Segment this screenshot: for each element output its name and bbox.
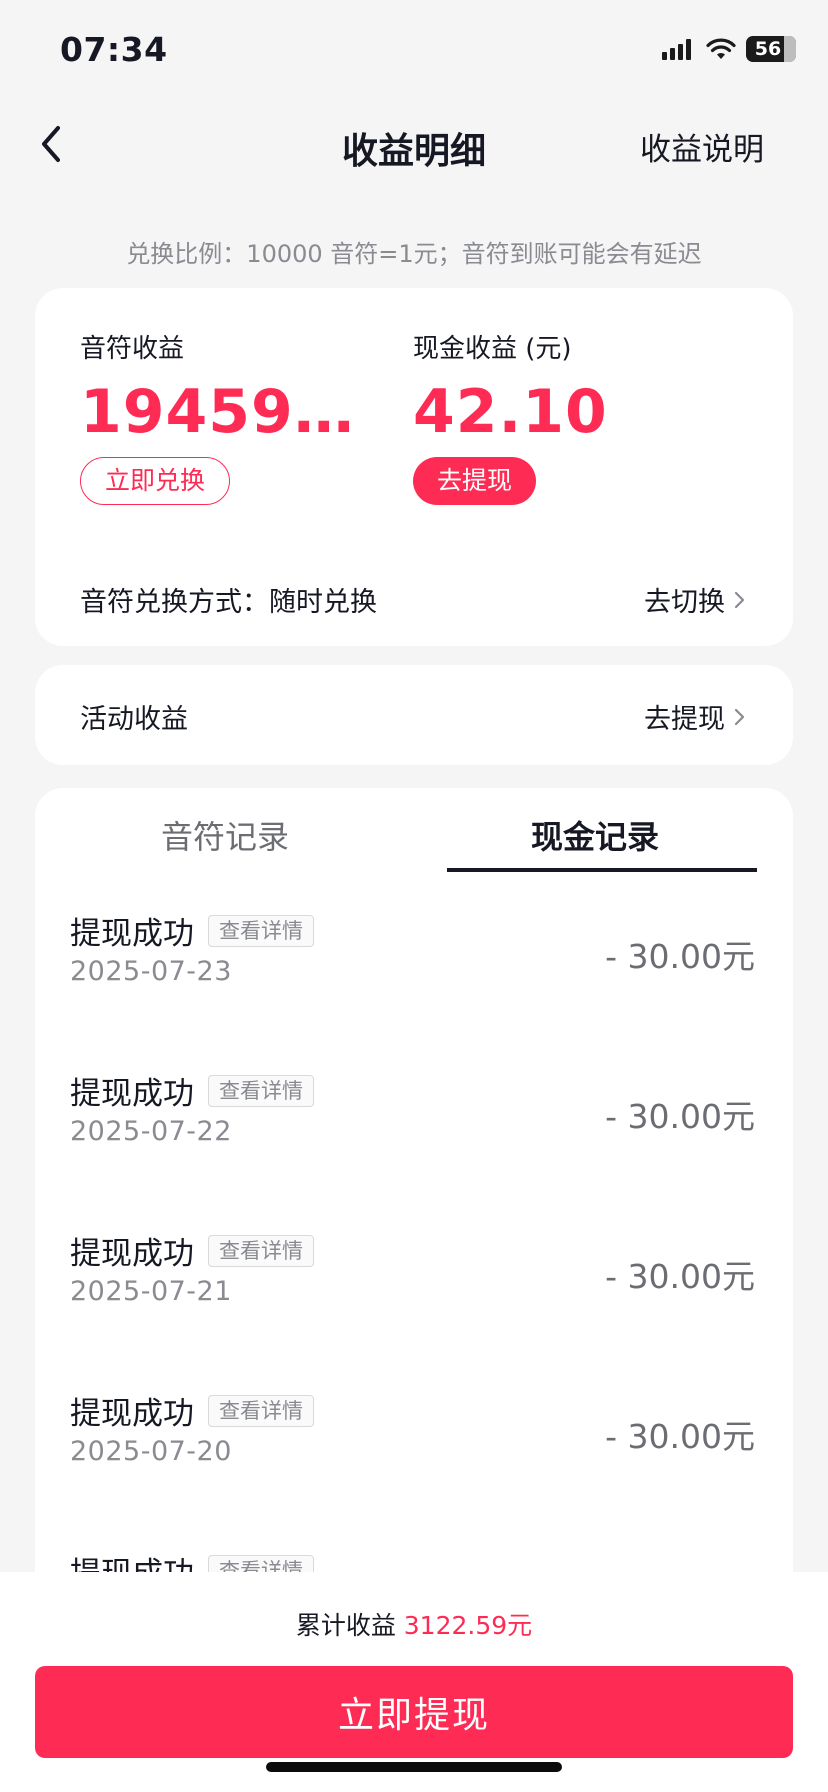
record-date: 2025-07-20 xyxy=(70,1436,232,1467)
record-status: 提现成功 xyxy=(70,1236,194,1272)
total-earnings: 累计收益 3122.59元 xyxy=(0,1606,828,1642)
list-item: 提现成功 查看详情 2025-07-21 - 30.00元 xyxy=(35,1228,793,1388)
exchange-rate-tip: 兑换比例：10000 音符=1元；音符到账可能会有延迟 xyxy=(126,240,702,268)
switch-method-link[interactable]: 去切换 xyxy=(644,580,747,619)
bottom-panel: 累计收益 3122.59元 立即提现 xyxy=(0,1572,828,1792)
record-amount: - 30.00元 xyxy=(605,937,755,976)
exchange-method-row[interactable]: 音符兑换方式：随时兑换 去切换 xyxy=(80,580,747,619)
home-indicator xyxy=(266,1762,562,1772)
record-title: 提现成功 查看详情 xyxy=(70,1388,314,1433)
view-details-button[interactable]: 查看详情 xyxy=(208,1394,314,1427)
record-title: 提现成功 查看详情 xyxy=(70,908,314,953)
status-time: 07:34 xyxy=(60,30,168,69)
activity-withdraw-label: 去提现 xyxy=(644,704,725,735)
notes-earnings-label: 音符收益 xyxy=(80,334,185,364)
active-tab-indicator xyxy=(447,868,757,872)
cash-earnings: 现金收益 (元) 42.10 去提现 xyxy=(413,328,693,505)
total-earnings-label: 累计收益 xyxy=(295,1611,396,1640)
cash-withdraw-button[interactable]: 去提现 xyxy=(413,457,537,505)
record-amount: - 30.00元 xyxy=(605,1257,755,1296)
record-title: 提现成功 查看详情 xyxy=(70,1228,314,1273)
switch-method-label: 去切换 xyxy=(644,587,725,618)
total-earnings-value: 3122.59元 xyxy=(403,1611,533,1640)
exchange-method-label: 音符兑换方式：随时兑换 xyxy=(80,587,377,618)
notes-earnings: 音符收益 194590... 立即兑换 xyxy=(80,328,360,505)
list-item: 提现成功 查看详情 2025-07-23 - 30.00元 xyxy=(35,908,793,1068)
record-amount: - 30.00元 xyxy=(605,1097,755,1136)
view-details-button[interactable]: 查看详情 xyxy=(208,914,314,947)
chevron-right-icon xyxy=(734,591,745,608)
record-status: 提现成功 xyxy=(70,1396,194,1432)
activity-earnings-card[interactable]: 活动收益 去提现 xyxy=(35,665,793,765)
activity-earnings-row[interactable]: 活动收益 去提现 xyxy=(80,697,747,736)
records-list: 提现成功 查看详情 2025-07-23 - 30.00元 提现成功 查看详情 … xyxy=(35,908,793,1688)
status-icons: 56 xyxy=(662,34,796,64)
record-title: 提现成功 查看详情 xyxy=(70,1068,314,1113)
records-tabs: 音符记录 现金记录 xyxy=(35,788,793,872)
chevron-right-icon xyxy=(734,708,745,725)
tab-cash-records[interactable]: 现金记录 xyxy=(445,812,745,858)
record-date: 2025-07-23 xyxy=(70,956,232,987)
record-date: 2025-07-22 xyxy=(70,1116,232,1147)
tab-notes-records[interactable]: 音符记录 xyxy=(75,812,375,858)
view-details-button[interactable]: 查看详情 xyxy=(208,1234,314,1267)
battery-level: 56 xyxy=(754,38,782,60)
record-date: 2025-07-21 xyxy=(70,1276,232,1307)
cash-earnings-value: 42.10 xyxy=(413,377,608,447)
activity-earnings-label: 活动收益 xyxy=(80,704,188,735)
exchange-now-button[interactable]: 立即兑换 xyxy=(80,457,231,505)
record-status: 提现成功 xyxy=(70,916,194,952)
status-bar: 07:34 56 xyxy=(0,0,828,100)
battery-icon: 56 xyxy=(746,36,796,62)
record-status: 提现成功 xyxy=(70,1076,194,1112)
nav-bar: 收益明细 收益说明 xyxy=(0,100,828,190)
list-item: 提现成功 查看详情 2025-07-22 - 30.00元 xyxy=(35,1068,793,1228)
records-card: 音符记录 现金记录 提现成功 查看详情 2025-07-23 - 30.00元 … xyxy=(35,788,793,1688)
earnings-card: 音符收益 194590... 立即兑换 现金收益 (元) 42.10 去提现 音… xyxy=(35,288,793,646)
list-item: 提现成功 查看详情 2025-07-20 - 30.00元 xyxy=(35,1388,793,1548)
earnings-help-link[interactable]: 收益说明 xyxy=(640,124,764,169)
activity-withdraw-link[interactable]: 去提现 xyxy=(644,697,747,736)
view-details-button[interactable]: 查看详情 xyxy=(208,1074,314,1107)
withdraw-now-button[interactable]: 立即提现 xyxy=(35,1666,793,1758)
notes-earnings-value: 194590... xyxy=(80,377,360,447)
signal-icon xyxy=(662,39,691,60)
wifi-icon xyxy=(706,38,736,59)
record-amount: - 30.00元 xyxy=(605,1417,755,1456)
cash-earnings-label: 现金收益 (元) xyxy=(413,334,572,364)
back-arrow-icon[interactable] xyxy=(30,118,74,170)
